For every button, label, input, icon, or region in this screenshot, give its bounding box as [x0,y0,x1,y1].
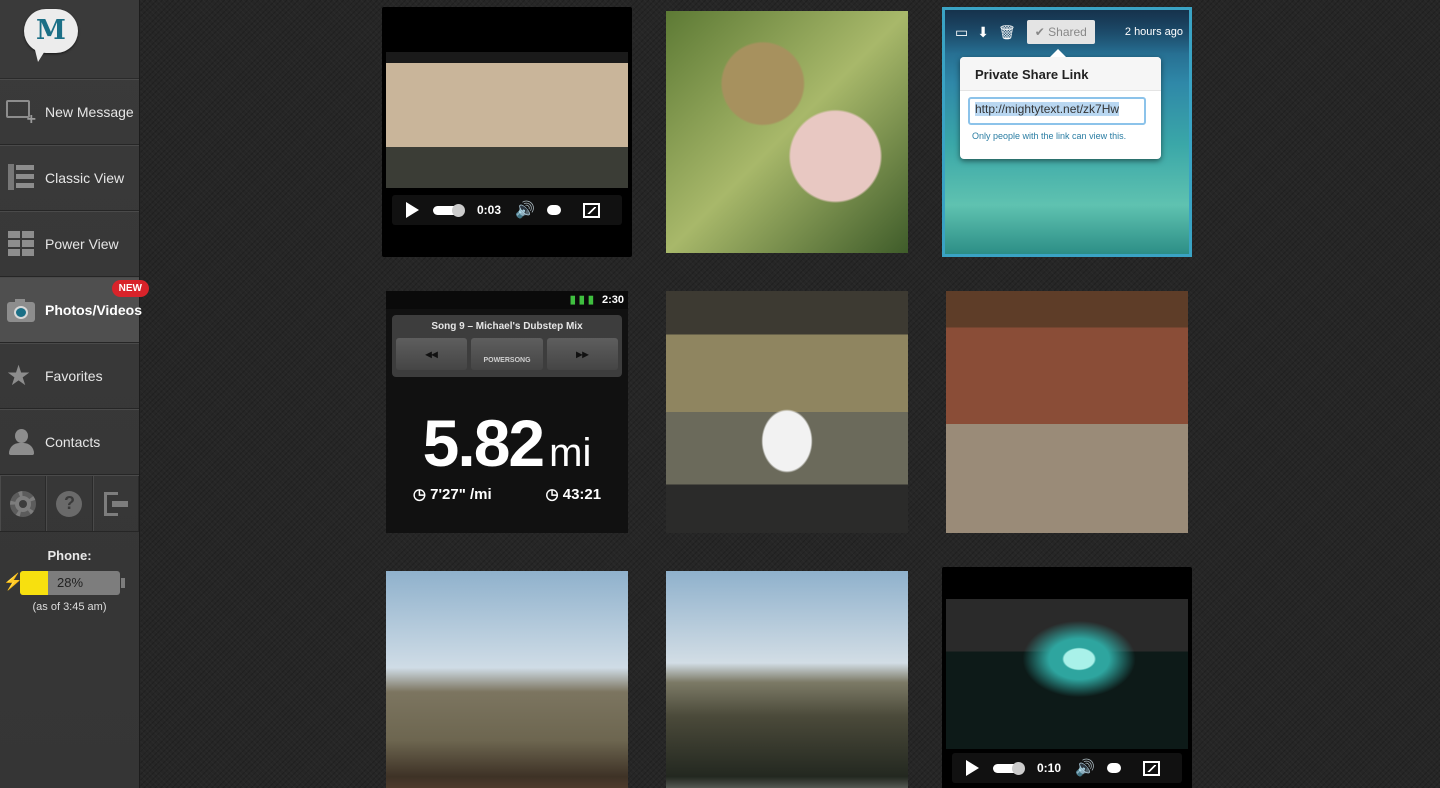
timestamp: 2 hours ago [1124,26,1183,38]
popover-title: Private Share Link [960,57,1161,91]
battery-percent: 28% [56,575,84,590]
video-tile[interactable]: 0:10 🔊 [942,567,1192,788]
nav-label: Power View [45,236,119,252]
volume-icon[interactable]: 🔊 [1075,758,1095,778]
nav-favorites[interactable]: ★ Favorites [0,343,139,409]
photo-tile[interactable] [386,571,628,788]
trash-icon[interactable]: 🗑 [998,24,1016,41]
nav-classic-view[interactable]: Classic View [0,145,139,211]
sidebar: M + New Message Classic View Power View … [0,0,149,788]
mightytext-logo-icon: M [24,9,78,53]
video-thumbnail [386,52,628,188]
video-time: 0:10 [1037,761,1062,775]
video-thumbnail [946,599,1188,749]
help-button[interactable]: ? [46,476,93,531]
quality-toggle[interactable] [546,205,561,215]
photo-tile[interactable] [946,291,1188,533]
play-icon[interactable] [966,760,979,776]
seek-slider[interactable] [993,761,1025,775]
volume-icon[interactable]: 🔊 [515,200,535,220]
nav-power-view[interactable]: Power View [0,211,139,277]
nav-new-message[interactable]: + New Message [0,79,139,145]
video-tile[interactable]: 0:03 🔊 [382,7,632,257]
new-badge: NEW [111,280,149,297]
seek-slider[interactable] [433,203,465,217]
photo-tile[interactable]: ▮ ▮ ▮ 2:30 Song 9 – Michael's Dubstep Mix… [386,291,628,533]
battery-row: ⚡ 28% [0,571,139,595]
fullscreen-icon[interactable] [582,202,600,218]
camera-icon [6,296,36,324]
tool-row: ? [0,475,139,532]
photo-action-bar: ▭ ⬇ 🗑 ✔ Shared 2 hours ago [945,10,1189,54]
check-icon: ✔ [1034,25,1045,39]
nav-label: Contacts [45,434,101,450]
share-link-input[interactable]: http://mightytext.net/zk7Hw [968,97,1146,125]
help-icon: ? [56,490,83,517]
star-icon: ★ [6,360,32,391]
logo[interactable]: M [0,0,139,79]
photo-tile[interactable] [666,11,908,253]
share-link-popover: Private Share Link http://mightytext.net… [960,49,1161,159]
photo-tile[interactable] [666,291,908,533]
nav-contacts[interactable]: Contacts [0,409,139,475]
play-icon[interactable] [406,202,419,218]
logout-button[interactable] [92,476,139,531]
settings-button[interactable] [0,476,47,531]
logout-icon [103,491,128,516]
message-icon[interactable]: ▭ [955,24,968,41]
new-message-icon: + [6,98,36,128]
nav-label: Photos/Videos [45,302,142,318]
photo-tile[interactable] [666,571,908,788]
shared-button[interactable]: ✔ Shared [1026,20,1095,44]
classic-view-icon [6,164,36,192]
nav-label: Classic View [45,170,125,186]
phone-status: Phone: ⚡ 28% (as of 3:45 am) [0,548,139,613]
power-view-icon [6,230,36,258]
settings-gear-icon [10,490,37,517]
nav-photos-videos[interactable]: Photos/Videos NEW [0,277,149,343]
contact-icon [6,428,36,456]
video-time: 0:03 [477,203,502,217]
quality-toggle[interactable] [1106,763,1121,773]
share-link-note: Only people with the link can view this. [972,131,1127,141]
video-controls: 0:03 🔊 [392,195,622,225]
download-icon[interactable]: ⬇ [977,24,989,41]
status-bar: ▮ ▮ ▮ 2:30 [386,291,628,309]
photo-tile-selected[interactable]: ▭ ⬇ 🗑 ✔ Shared 2 hours ago Private Share… [942,7,1192,257]
battery-as-of: (as of 3:45 am) [32,601,107,613]
battery-indicator: 28% [20,571,120,595]
video-controls: 0:10 🔊 [952,753,1182,783]
phone-label: Phone: [47,548,92,563]
fullscreen-icon[interactable] [1142,760,1160,776]
nav-label: Favorites [45,368,103,384]
nav-label: New Message [45,104,134,120]
